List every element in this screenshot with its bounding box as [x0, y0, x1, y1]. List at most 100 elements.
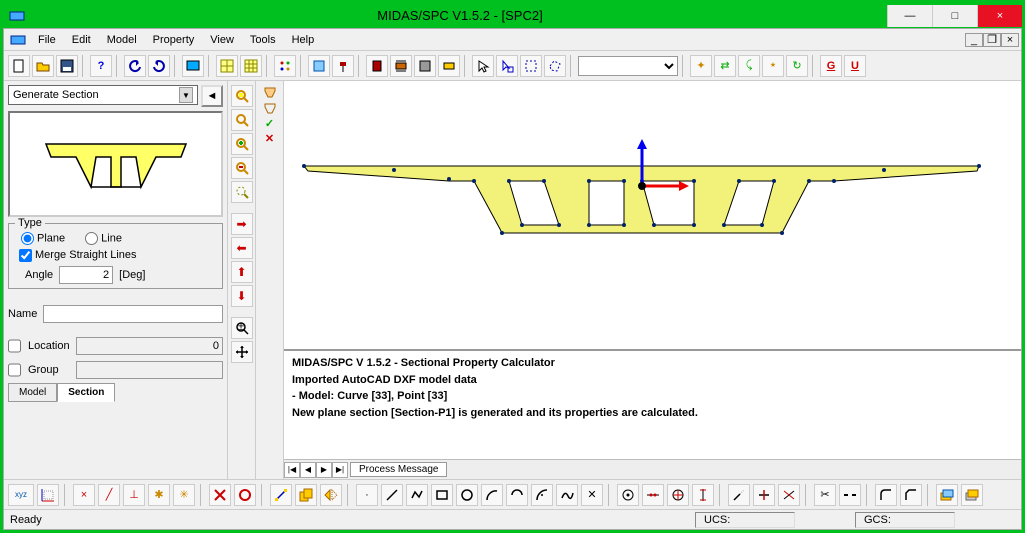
scissors-icon[interactable]: ✂ — [814, 484, 836, 506]
open-icon[interactable] — [32, 55, 54, 77]
item6-icon[interactable] — [438, 55, 460, 77]
maximize-button[interactable]: □ — [932, 5, 977, 27]
chamfer-icon[interactable] — [900, 484, 922, 506]
spline-tool-icon[interactable] — [556, 484, 578, 506]
sel-rect-icon[interactable] — [520, 55, 542, 77]
node5-icon[interactable]: ↻ — [786, 55, 808, 77]
selection-filter-dropdown[interactable] — [578, 56, 678, 76]
zoom-prev-icon[interactable] — [231, 181, 253, 203]
radio-line[interactable]: Line — [85, 232, 122, 245]
layer-b-icon[interactable] — [961, 484, 983, 506]
help-icon[interactable]: ? — [90, 55, 112, 77]
trim-icon[interactable] — [753, 484, 775, 506]
vert-measure-icon[interactable] — [692, 484, 714, 506]
console-nav-last-icon[interactable]: ▶| — [332, 462, 348, 478]
item4-icon[interactable] — [390, 55, 412, 77]
menu-property[interactable]: Property — [145, 32, 203, 48]
pan-icon[interactable] — [231, 341, 253, 363]
item2-icon[interactable] — [332, 55, 354, 77]
pan-up-icon[interactable]: ⬆ — [231, 261, 253, 283]
pan-right-icon[interactable]: ➡ — [231, 213, 253, 235]
mdi-close-button[interactable]: × — [1001, 33, 1019, 47]
menu-file[interactable]: File — [30, 32, 64, 48]
break-icon[interactable] — [839, 484, 861, 506]
new-icon[interactable] — [8, 55, 30, 77]
redo-icon[interactable] — [148, 55, 170, 77]
layer-a-icon[interactable] — [936, 484, 958, 506]
snap-int-icon[interactable]: ⊥ — [123, 484, 145, 506]
snap-mid-icon[interactable]: ╱ — [98, 484, 120, 506]
arc3-tool-icon[interactable] — [531, 484, 553, 506]
delete-icon[interactable]: ✕ — [265, 132, 274, 145]
snap-c-icon[interactable]: ✱ — [148, 484, 170, 506]
close-panel-icon[interactable]: ◄ — [201, 85, 223, 107]
section-shape-icon[interactable] — [263, 85, 277, 99]
drawing-canvas[interactable] — [284, 81, 1021, 349]
minimize-button[interactable]: — — [887, 5, 932, 27]
group-checkbox[interactable] — [8, 361, 21, 379]
menu-tools[interactable]: Tools — [242, 32, 284, 48]
item5-icon[interactable] — [414, 55, 436, 77]
g-button[interactable]: G — [820, 55, 842, 77]
divide-eq-icon[interactable] — [642, 484, 664, 506]
app-menu-icon[interactable] — [10, 32, 26, 48]
divide-pt-icon[interactable] — [617, 484, 639, 506]
line-tool-icon[interactable] — [381, 484, 403, 506]
node1-icon[interactable]: ✦ — [690, 55, 712, 77]
zoom-fit-icon[interactable] — [231, 85, 253, 107]
pan-down-icon[interactable]: ⬇ — [231, 285, 253, 307]
grid-b-icon[interactable] — [240, 55, 262, 77]
menu-edit[interactable]: Edit — [64, 32, 99, 48]
point-tool-icon[interactable]: · — [356, 484, 378, 506]
snap-end-icon[interactable]: × — [73, 484, 95, 506]
save-icon[interactable] — [56, 55, 78, 77]
xyz-icon[interactable]: xyz — [8, 484, 34, 506]
zoom-in-icon[interactable] — [231, 133, 253, 155]
mirror-icon[interactable] — [320, 484, 342, 506]
node2-icon[interactable]: ⇄ — [714, 55, 736, 77]
move-icon[interactable] — [270, 484, 292, 506]
zoom-window-icon[interactable] — [231, 109, 253, 131]
location-checkbox[interactable] — [8, 337, 21, 355]
tab-process-message[interactable]: Process Message — [350, 462, 447, 477]
points-icon[interactable] — [274, 55, 296, 77]
grid-axes-icon[interactable] — [37, 484, 59, 506]
console-nav-prev-icon[interactable]: ◀ — [300, 462, 316, 478]
merge-checkbox[interactable]: Merge Straight Lines — [19, 249, 137, 261]
polyline-tool-icon[interactable] — [406, 484, 428, 506]
tab-section[interactable]: Section — [57, 383, 115, 402]
item3-icon[interactable] — [366, 55, 388, 77]
generate-section-dropdown[interactable]: Generate Section ▼ — [8, 85, 198, 105]
mdi-restore-button[interactable]: ❐ — [983, 33, 1001, 47]
console-nav-next-icon[interactable]: ▶ — [316, 462, 332, 478]
console-nav-first-icon[interactable]: |◀ — [284, 462, 300, 478]
display-icon[interactable] — [182, 55, 204, 77]
circle-tool-icon[interactable] — [456, 484, 478, 506]
del-x-icon[interactable] — [209, 484, 231, 506]
menu-view[interactable]: View — [202, 32, 242, 48]
cross-tool-icon[interactable]: ✕ — [581, 484, 603, 506]
u-button[interactable]: U — [844, 55, 866, 77]
section-edit-icon[interactable] — [263, 101, 277, 115]
tab-model[interactable]: Model — [8, 383, 57, 402]
radio-plane[interactable]: Plane — [21, 232, 65, 245]
fillet-icon[interactable] — [875, 484, 897, 506]
snap-d-icon[interactable]: ✳ — [173, 484, 195, 506]
trim2-icon[interactable] — [778, 484, 800, 506]
location-input[interactable] — [76, 337, 223, 355]
circle-center-icon[interactable] — [667, 484, 689, 506]
sel-cursor-icon[interactable] — [496, 55, 518, 77]
rect-tool-icon[interactable] — [431, 484, 453, 506]
group-input[interactable] — [76, 361, 223, 379]
copy-icon[interactable] — [295, 484, 317, 506]
mdi-minimize-button[interactable]: _ — [965, 33, 983, 47]
arc1-tool-icon[interactable] — [481, 484, 503, 506]
zoom-dyn-icon[interactable]: ± — [231, 317, 253, 339]
del-o-icon[interactable] — [234, 484, 256, 506]
grid-a-icon[interactable] — [216, 55, 238, 77]
node3-icon[interactable]: ⤹ — [738, 55, 760, 77]
name-input[interactable] — [43, 305, 223, 323]
pan-left-icon[interactable]: ⬅ — [231, 237, 253, 259]
angle-input[interactable] — [59, 266, 113, 284]
menu-model[interactable]: Model — [99, 32, 145, 48]
